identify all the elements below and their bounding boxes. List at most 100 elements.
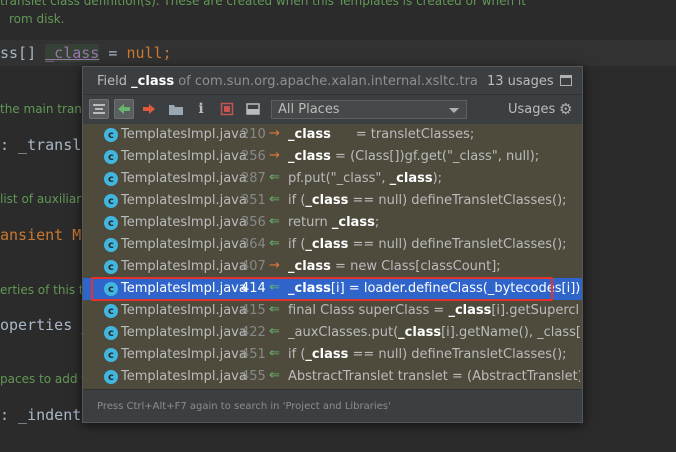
class-icon: c (104, 128, 118, 142)
usage-line-number: 364 (241, 237, 266, 252)
write-access-icon: → (269, 258, 280, 273)
read-access-icon: ⇐ (269, 192, 280, 207)
show-read-access-button[interactable] (114, 99, 134, 119)
read-access-icon: ⇐ (269, 324, 280, 339)
snippet-suffix: = transletClasses; (330, 127, 475, 142)
field-owner: of com.sun.org.apache.xalan.internal.xsl… (178, 74, 477, 89)
code-line: : _transle (0, 136, 91, 154)
class-icon: c (104, 194, 118, 208)
usage-file-name: TemplatesImpl.java (121, 127, 247, 142)
usage-code-snippet: _class = new Class[classCount]; (288, 259, 580, 274)
usages-settings-label[interactable]: Usages (508, 102, 555, 117)
write-access-icon (143, 104, 155, 114)
show-imports-button[interactable] (217, 99, 237, 119)
scope-dropdown[interactable]: All Places (271, 100, 467, 119)
code-line: operties _ (0, 316, 91, 334)
usage-file-name: TemplatesImpl.java (121, 149, 247, 164)
write-access-icon: → (269, 126, 280, 141)
snippet-match: _class (288, 259, 331, 274)
doc-comment-line: paces to add f (0, 372, 86, 386)
snippet-suffix: == null) defineTransletClasses(); (348, 237, 567, 252)
class-icon: c (104, 238, 118, 252)
read-access-icon: ⇐ (269, 214, 280, 229)
group-by-package-button[interactable] (166, 99, 186, 119)
usage-code-snippet: if (_class == null) defineTransletClasse… (288, 347, 580, 362)
usage-code-snippet: _class = transletClasses; (288, 127, 580, 142)
popup-footer: Press Ctrl+Alt+F7 again to search in 'Pr… (83, 389, 582, 422)
usage-code-snippet: pf.put("_class", _class); (288, 171, 580, 186)
usage-row[interactable]: c TemplatesImpl.java 356 ⇐ return _class; (83, 212, 582, 234)
usage-row[interactable]: c TemplatesImpl.java 455 ⇐ AbstractTranslet … (83, 366, 582, 388)
snippet-match: _class (331, 215, 375, 230)
usage-file-name: TemplatesImpl.java (121, 325, 247, 340)
snippet-prefix: _auxClasses.put( (288, 325, 399, 340)
annotation-highlight-box (91, 277, 553, 301)
usage-file-name: TemplatesImpl.java (121, 347, 247, 362)
usage-row[interactable]: c TemplatesImpl.java 422 ⇐ _auxClasses.put(_… (83, 322, 582, 344)
usage-code-snippet: _auxClasses.put(_class[i].getName(), _cl… (288, 325, 580, 340)
preview-info-button[interactable]: i (191, 99, 211, 119)
merge-icon (93, 104, 105, 114)
usage-line-number: 407 (241, 259, 266, 274)
code-field-name[interactable]: _class (45, 44, 100, 62)
class-icon: c (104, 216, 118, 230)
usage-line-number: 256 (241, 149, 266, 164)
folder-icon (169, 104, 183, 115)
field-name: _class (131, 74, 175, 89)
snippet-suffix: [i].getSuperclass(); (491, 303, 580, 318)
find-usages-popup[interactable]: Field _class of com.sun.org.apache.xalan… (82, 66, 583, 423)
usage-row[interactable]: c TemplatesImpl.java 256 → _class = (Class[]… (83, 146, 582, 168)
usage-line-number: 287 (241, 171, 266, 186)
usage-line-number: 210 (241, 127, 266, 142)
usage-row[interactable]: c TemplatesImpl.java 415 ⇐ final Class super… (83, 300, 582, 322)
class-icon: c (104, 172, 118, 186)
merge-usages-button[interactable] (89, 99, 109, 119)
doc-comment-line: rom disk. (9, 12, 65, 26)
snippet-match: _class (305, 193, 349, 208)
usages-count: 13 usages (487, 74, 554, 89)
class-icon: c (104, 150, 118, 164)
snippet-suffix: == null) defineTransletClasses(); (348, 193, 567, 208)
snippet-prefix: pf.put("_class", (288, 171, 390, 186)
code-text: ss[] (0, 44, 46, 62)
preview-pane-button[interactable] (243, 99, 263, 119)
snippet-match: _class (448, 303, 492, 318)
usage-file-name: TemplatesImpl.java (121, 237, 247, 252)
usage-row[interactable]: c TemplatesImpl.java 407 → _class = new Clas… (83, 256, 582, 278)
snippet-prefix: if ( (288, 193, 306, 208)
usage-code-snippet: if (_class == null) defineTransletClasse… (288, 193, 580, 208)
usage-row[interactable]: c TemplatesImpl.java 351 ⇐ if (_class == nul… (83, 190, 582, 212)
usage-file-name: TemplatesImpl.java (121, 193, 247, 208)
usage-row[interactable]: c TemplatesImpl.java 210 → _class = translet… (83, 124, 582, 146)
open-in-find-window-icon[interactable] (560, 75, 572, 86)
write-access-icon: → (269, 148, 280, 163)
code-text: = (99, 44, 127, 62)
snippet-match: _class (305, 237, 349, 252)
show-write-access-button[interactable] (139, 99, 159, 119)
snippet-prefix: return (288, 215, 332, 230)
usage-file-name: TemplatesImpl.java (121, 303, 247, 318)
snippet-match: _class (288, 149, 331, 164)
usage-file-name: TemplatesImpl.java (121, 259, 247, 274)
usage-code-snippet: final Class superClass = _class[i].getSu… (288, 303, 580, 318)
usage-line-number: 422 (241, 325, 266, 340)
usage-file-name: TemplatesImpl.java (121, 369, 247, 384)
snippet-match: _class (398, 325, 442, 340)
usage-line-number: 351 (241, 193, 266, 208)
chevron-down-icon (449, 108, 459, 113)
usage-row[interactable]: c TemplatesImpl.java 451 ⇐ if (_class == nul… (83, 344, 582, 366)
read-access-icon: ⇐ (269, 368, 280, 383)
preview-icon (246, 103, 260, 115)
usage-file-name: TemplatesImpl.java (121, 215, 247, 230)
gear-icon[interactable]: ⚙ (559, 102, 572, 117)
usage-row[interactable]: c TemplatesImpl.java 364 ⇐ if (_class == nul… (83, 234, 582, 256)
code-line-field-declaration: ss[] _class = null; (0, 44, 172, 62)
scope-value: All Places (278, 102, 340, 117)
usages-list[interactable]: c TemplatesImpl.java 210 → _class = translet… (83, 124, 582, 389)
doc-comment-line: the main transl (0, 102, 92, 116)
snippet-match: _class (288, 127, 331, 142)
snippet-prefix: if ( (288, 237, 306, 252)
code-line: : _indentN (0, 406, 91, 424)
usage-row[interactable]: c TemplatesImpl.java 287 ⇐ pf.put("_class", … (83, 168, 582, 190)
snippet-suffix: [i].getName(), _class[i]); (441, 325, 580, 340)
